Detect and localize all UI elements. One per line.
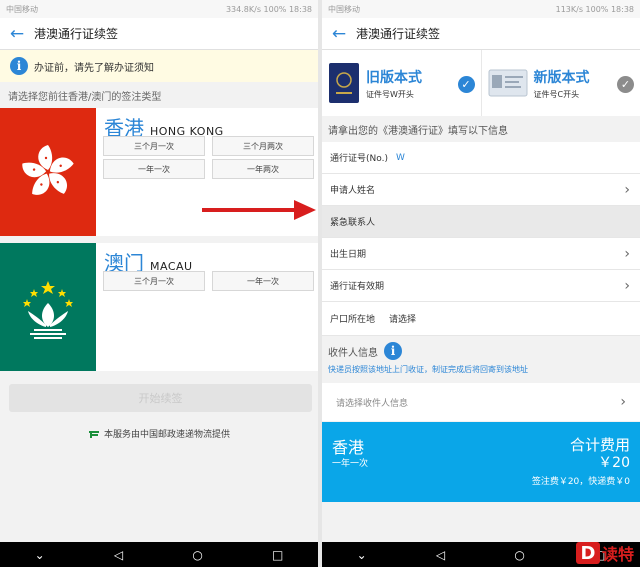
status-right: 334.8K/s 100% 18:38 xyxy=(225,4,312,14)
recipient-title: 收件人信息 xyxy=(328,347,378,359)
title-bar: ← 港澳通行证续签 xyxy=(0,18,318,50)
recipient-section: 收件人信息 i 快递员按照该地址上门收证，制证完成后将回寄到该地址 xyxy=(322,336,640,379)
china-post-icon xyxy=(89,430,99,438)
hk-option-1y-once[interactable]: 一年一次 xyxy=(103,159,205,179)
watermark-d: D xyxy=(575,542,600,564)
back-arrow-icon[interactable]: ← xyxy=(322,24,356,44)
hukou-label: 户口所在地 xyxy=(330,315,376,325)
permit-number-field[interactable]: 通行证号(No.) W xyxy=(322,142,640,174)
permit-expiry-row[interactable]: 通行证有效期 › xyxy=(322,270,640,302)
emergency-contact-label: 紧急联系人 xyxy=(330,218,376,228)
chevron-right-icon: › xyxy=(624,181,630,198)
fee-detail: 签注费￥20，快递费￥0 xyxy=(531,477,630,487)
watermark-logo: D 读特 xyxy=(575,541,634,565)
macau-flag-icon xyxy=(0,243,96,371)
check-icon: ✓ xyxy=(617,76,634,93)
nav-home-icon[interactable]: ○ xyxy=(514,548,524,562)
watermark-text: 读特 xyxy=(601,545,634,564)
left-screen: 中国移动 334.8K/s 100% 18:38 ← 港澳通行证续签 i 办证前… xyxy=(0,0,318,567)
nav-bar: ⌄ ◁ ○ □ xyxy=(0,542,318,567)
transition-arrow-icon xyxy=(202,200,316,220)
nav-down-icon[interactable]: ⌄ xyxy=(357,548,367,562)
nav-back-icon[interactable]: ◁ xyxy=(436,548,445,562)
birth-date-label: 出生日期 xyxy=(330,250,367,260)
macau-card: 澳门 MACAU 三个月一次 一年一次 xyxy=(0,243,318,371)
total-amount: ￥20 xyxy=(598,455,630,471)
permit-expiry-label: 通行证有效期 xyxy=(330,282,385,292)
service-text: 本服务由中国邮政速递物流提供 xyxy=(104,430,231,440)
carrier-label: 中国移动 xyxy=(328,4,360,14)
old-version-option[interactable]: 旧版本式 证件号W开头 ✓ xyxy=(322,50,481,116)
applicant-name-row[interactable]: 申请人姓名 › xyxy=(322,174,640,206)
macau-option-1y-once[interactable]: 一年一次 xyxy=(212,271,314,291)
back-arrow-icon[interactable]: ← xyxy=(0,24,34,44)
emergency-contact-row[interactable]: 紧急联系人 xyxy=(322,206,640,238)
right-screen: 中国移动 113K/s 100% 18:38 ← 港澳通行证续签 旧版本式 证件… xyxy=(322,0,640,567)
recipient-note: 快递员按照该地址上门收证，制证完成后将回寄到该地址 xyxy=(328,365,528,374)
page-title: 港澳通行证续签 xyxy=(34,27,119,41)
permit-number-value: W xyxy=(395,152,405,163)
hk-option-3m-twice[interactable]: 三个月两次 xyxy=(212,136,314,156)
hk-option-1y-twice[interactable]: 一年两次 xyxy=(212,159,314,179)
check-icon: ✓ xyxy=(457,76,475,93)
chevron-right-icon: › xyxy=(620,394,626,410)
nav-home-icon[interactable]: ○ xyxy=(192,548,202,562)
start-renewal-button[interactable]: 开始续签 xyxy=(9,384,312,412)
service-note: 本服务由中国邮政速递物流提供 xyxy=(88,427,230,440)
applicant-name-label: 申请人姓名 xyxy=(330,186,376,196)
chevron-right-icon: › xyxy=(624,245,630,262)
hukou-row[interactable]: 户口所在地 请选择 xyxy=(322,302,640,336)
birth-date-row[interactable]: 出生日期 › xyxy=(322,238,640,270)
notice-banner[interactable]: i 办证前，请先了解办证须知 xyxy=(0,50,318,82)
old-version-sub: 证件号W开头 xyxy=(366,89,414,99)
permit-number-label: 通行证号(No.) xyxy=(330,154,388,164)
nav-down-icon[interactable]: ⌄ xyxy=(35,548,45,562)
fee-summary: 香港 一年一次 合计费用 ￥20 签注费￥20，快递费￥0 xyxy=(322,422,640,502)
notice-text: 办证前，请先了解办证须知 xyxy=(34,62,154,74)
summary-frequency: 一年一次 xyxy=(332,459,369,469)
recipient-select[interactable]: 请选择收件人信息 › xyxy=(322,383,640,421)
nav-recent-icon[interactable]: □ xyxy=(272,548,283,562)
nav-back-icon[interactable]: ◁ xyxy=(114,548,123,562)
macau-option-3m-once[interactable]: 三个月一次 xyxy=(103,271,205,291)
chevron-right-icon: › xyxy=(624,277,630,294)
new-version-sub: 证件号C开头 xyxy=(533,89,580,99)
permit-version-selector: 旧版本式 证件号W开头 ✓ 新版本式 证件号C开头 ✓ xyxy=(322,50,640,116)
hongkong-flag-icon xyxy=(0,108,96,236)
status-right: 113K/s 100% 18:38 xyxy=(555,4,634,14)
status-bar: 中国移动 334.8K/s 100% 18:38 xyxy=(0,0,318,18)
status-bar: 中国移动 113K/s 100% 18:38 xyxy=(322,0,640,18)
visa-type-prompt: 请选择您前往香港/澳门的签注类型 xyxy=(0,82,318,108)
form-section-heading: 请拿出您的《港澳通行证》填写以下信息 xyxy=(322,116,640,142)
info-icon[interactable]: i xyxy=(384,342,402,360)
new-version-title: 新版本式 xyxy=(533,69,590,86)
recipient-select-label: 请选择收件人信息 xyxy=(336,398,409,409)
new-version-option[interactable]: 新版本式 证件号C开头 ✓ xyxy=(480,50,640,116)
hk-option-3m-once[interactable]: 三个月一次 xyxy=(103,136,205,156)
hukou-value: 请选择 xyxy=(389,315,417,325)
new-card-icon xyxy=(488,69,527,97)
old-version-title: 旧版本式 xyxy=(366,69,422,86)
info-icon: i xyxy=(10,57,28,75)
summary-city: 香港 xyxy=(332,438,365,457)
old-passport-icon xyxy=(329,63,359,103)
title-bar: ← 港澳通行证续签 xyxy=(322,18,640,50)
page-title: 港澳通行证续签 xyxy=(356,27,441,41)
carrier-label: 中国移动 xyxy=(6,4,38,14)
